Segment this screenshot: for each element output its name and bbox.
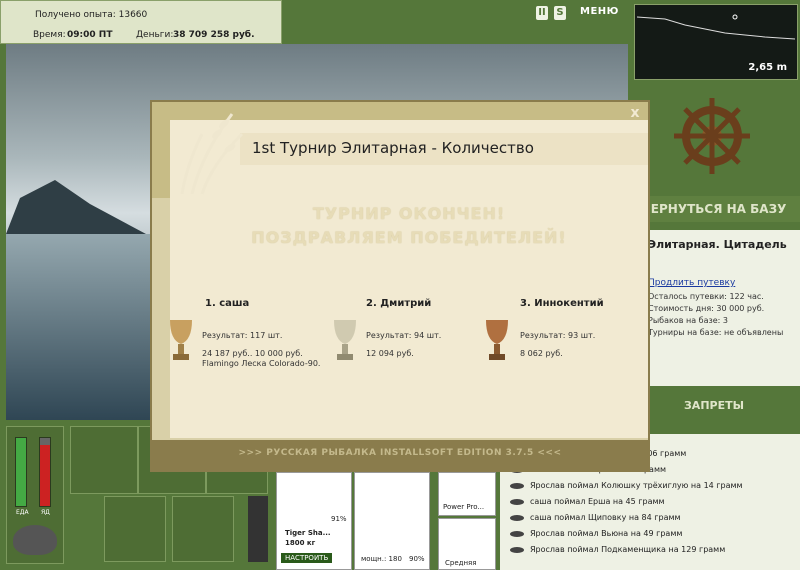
winner-1-name: 1. саша xyxy=(205,298,250,309)
rod-slot[interactable]: 91% Tiger Sha... 1800 кг НАСТРОИТЬ xyxy=(276,472,352,570)
setup-button[interactable]: НАСТРОИТЬ xyxy=(281,553,333,563)
base-info-panel: Элитарная. Цитадель Продлить путевку Ост… xyxy=(640,230,800,386)
winner-1-prize-item: Flamingo Леска Colorado-90. xyxy=(202,359,321,368)
winner-3-result: Результат: 93 шт. xyxy=(520,331,596,340)
fish-icon xyxy=(510,514,524,521)
rod-weight: 1800 кг xyxy=(285,539,316,547)
base-line: Турниры на базе: не объявлены xyxy=(648,328,784,337)
winner-3-name: 3. Иннокентий xyxy=(520,298,604,309)
list-item: Ярослав поймал Вьюна на 49 грамм xyxy=(510,526,682,542)
fish-icon xyxy=(510,530,524,537)
scrollbar[interactable] xyxy=(248,496,268,562)
status-cell: ЕДА ЯД xyxy=(6,426,64,564)
close-icon[interactable]: x xyxy=(628,106,642,120)
list-item: саша поймал Щиповку на 84 грамм xyxy=(510,510,681,526)
rod-percent: 91% xyxy=(331,515,347,523)
player-info-bar: Получено опыта: 13660 Время: 09:00 ПТ Де… xyxy=(0,0,282,44)
depth-value: 2,65 m xyxy=(748,62,787,73)
poison-label: ЯД xyxy=(41,509,50,516)
lure-label: Средняя xyxy=(445,559,477,567)
line-name: Power Pro... xyxy=(443,503,485,511)
time-label: Время: xyxy=(33,30,66,40)
silver-trophy-icon xyxy=(334,320,356,360)
headline-congrats: ПОЗДРАВЛЯЕМ ПОБЕДИТЕЛЕЙ! xyxy=(251,228,567,247)
tackle-box-icon[interactable] xyxy=(70,426,138,494)
base-title: Элитарная. Цитадель xyxy=(648,238,787,251)
vegetables-icon[interactable] xyxy=(104,496,166,562)
menu-button[interactable]: МЕНЮ xyxy=(580,6,619,17)
wheat-icon xyxy=(180,113,244,195)
food-label: ЕДА xyxy=(16,509,29,516)
bucket-icon[interactable] xyxy=(172,496,234,562)
depth-graph: 2,65 m xyxy=(634,4,798,80)
list-item: саша поймал Ерша на 45 грамм xyxy=(510,494,665,510)
fish-icon xyxy=(510,546,524,553)
headline-finished: ТУРНИР ОКОНЧЕН! xyxy=(312,204,506,223)
bronze-trophy-icon xyxy=(486,320,508,360)
reel-slot[interactable]: мощн.: 180 90% xyxy=(354,472,430,570)
money-label: Деньги: xyxy=(136,30,174,40)
pause-button[interactable]: II xyxy=(536,6,548,20)
gold-trophy-icon xyxy=(170,320,192,360)
rod-name: Tiger Sha... xyxy=(285,529,331,537)
base-line: Стоимость дня: 30 000 руб. xyxy=(648,304,765,313)
fish-icon xyxy=(510,498,524,505)
winner-2-result: Результат: 94 шт. xyxy=(366,331,442,340)
reel-power: мощн.: 180 xyxy=(361,555,402,563)
ship-wheel-icon[interactable] xyxy=(672,96,752,176)
winner-2-prize: 12 094 руб. xyxy=(366,349,414,358)
winner-3-prize: 8 062 руб. xyxy=(520,349,563,358)
mountain-left xyxy=(6,180,146,234)
base-line: Рыбаков на базе: 3 xyxy=(648,316,728,325)
sound-button[interactable]: S xyxy=(554,6,566,20)
return-to-base-button[interactable]: ВЕРНУТЬСЯ НА БАЗУ xyxy=(628,196,800,222)
poison-bar xyxy=(39,437,51,507)
base-line: Осталось путевки: 122 час. xyxy=(648,292,764,301)
food-bar xyxy=(15,437,27,507)
lure-slot[interactable]: Средняя xyxy=(438,518,496,570)
winner-1-prize: 24 187 руб.. 10 000 руб. xyxy=(202,349,303,358)
list-item: Ярослав поймал Колюшку трёхиглую на 14 г… xyxy=(510,478,743,494)
dialog-title: 1st Турнир Элитарная - Количество xyxy=(252,139,534,157)
time-value: 09:00 ПТ xyxy=(67,30,113,40)
fish-icon xyxy=(510,482,524,489)
version-text: >>> РУССКАЯ РЫБАЛКА INSTALLSOFT EDITION … xyxy=(238,448,562,458)
line-slot[interactable]: Power Pro... xyxy=(438,472,496,516)
list-item: Ярослав поймал Подкаменщика на 129 грамм xyxy=(510,542,725,558)
reel-percent: 90% xyxy=(409,555,425,563)
winner-2-name: 2. Дмитрий xyxy=(366,298,432,309)
extend-permit-link[interactable]: Продлить путевку xyxy=(648,278,735,288)
cauldron-icon[interactable] xyxy=(13,525,57,555)
experience-text: Получено опыта: 13660 xyxy=(35,10,148,20)
winner-1-result: Результат: 117 шт. xyxy=(202,331,283,340)
money-value: 38 709 258 руб. xyxy=(173,30,255,40)
bans-button[interactable]: ЗАПРЕТЫ xyxy=(628,394,800,418)
